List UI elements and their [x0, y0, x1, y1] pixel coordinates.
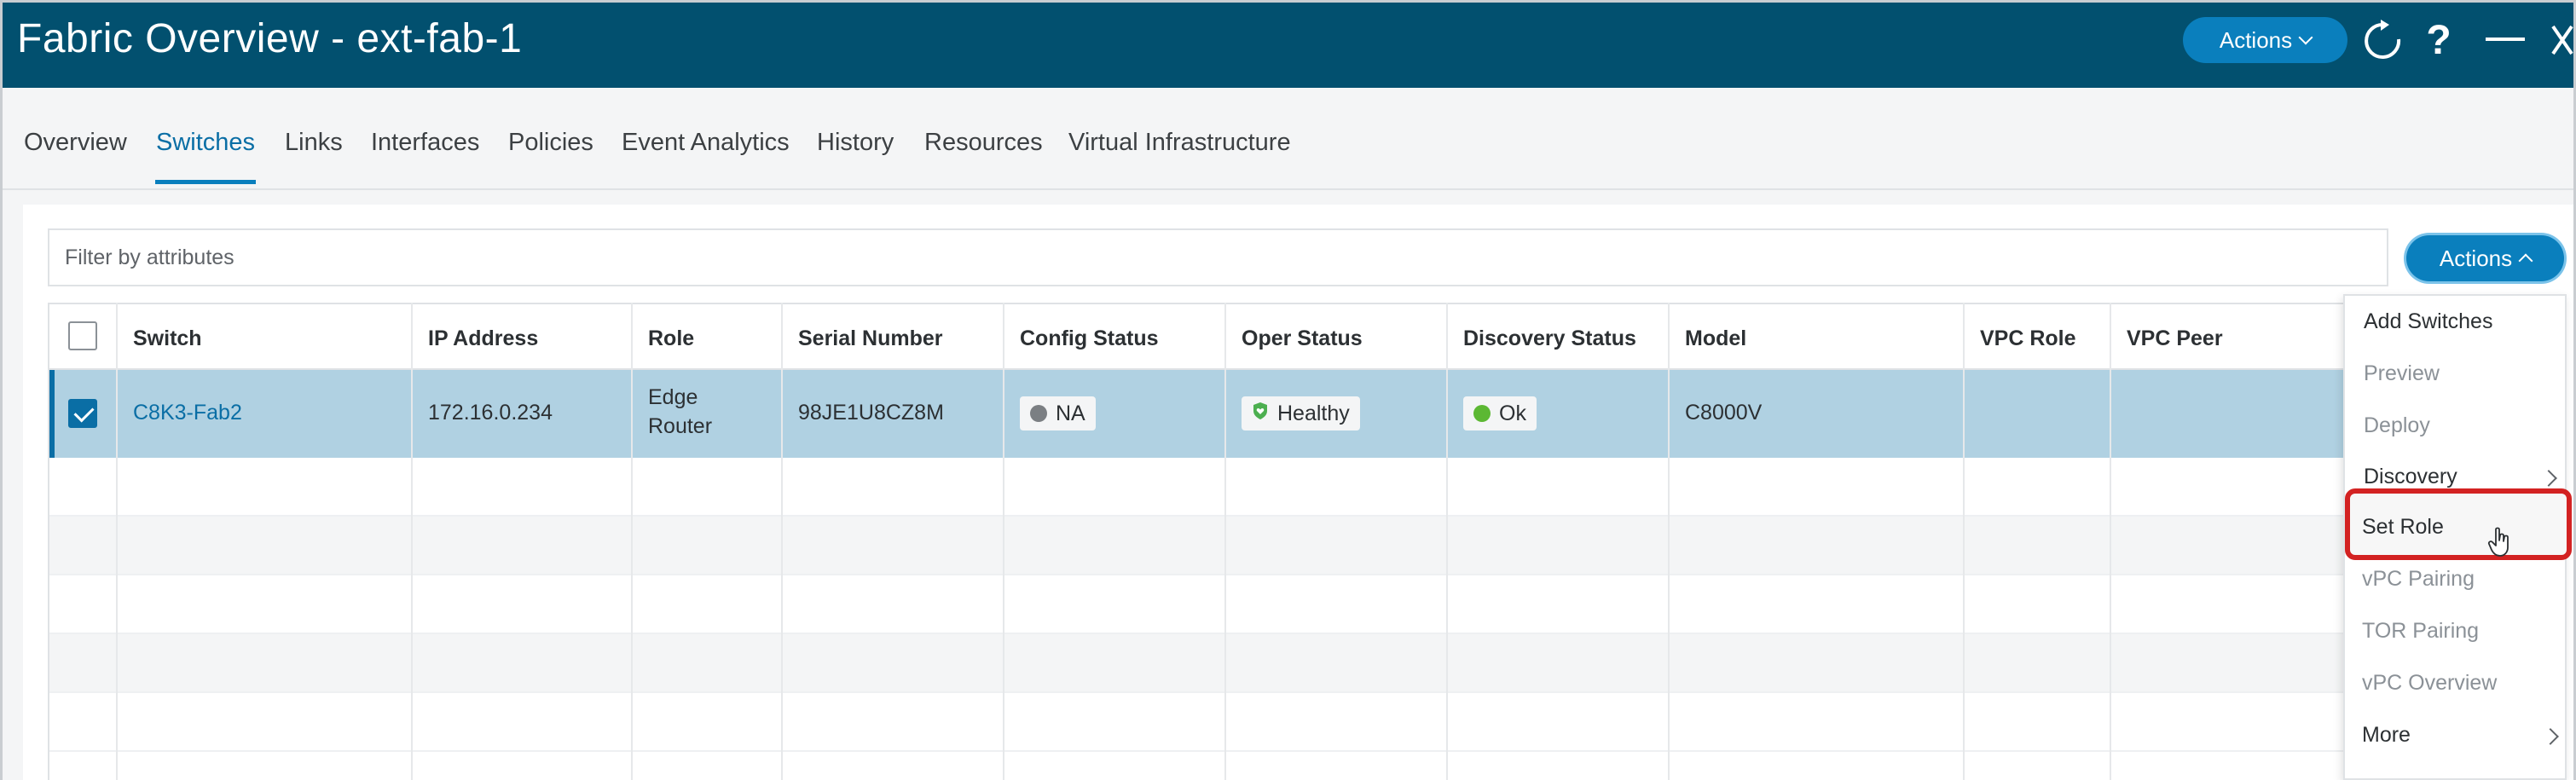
column-divider [1003, 303, 1004, 780]
hand-cursor-icon [2487, 527, 2513, 558]
empty-table-row [49, 517, 2531, 575]
actions-button-label: Actions [2439, 245, 2513, 271]
empty-table-row [49, 575, 2531, 634]
shield-heart-icon [1252, 402, 1269, 426]
config-status-badge: NA [1020, 396, 1096, 430]
tab-resources[interactable]: Resources [924, 129, 1043, 157]
tab-interfaces[interactable]: Interfaces [371, 129, 479, 157]
status-dot-icon [1030, 405, 1047, 422]
menu-item-add-switches[interactable]: Add Switches [2364, 309, 2492, 334]
column-header-role[interactable]: Role [648, 326, 694, 351]
switches-table: Switch IP Address Role Serial Number Con… [48, 303, 2531, 780]
serial-number-cell: 98JE1U8CZ8M [798, 401, 944, 425]
tab-policies[interactable]: Policies [508, 129, 593, 157]
column-divider [1224, 303, 1226, 780]
header-actions-button[interactable]: Actions [2183, 17, 2347, 63]
header-actions-label: Actions [2219, 26, 2293, 53]
column-header-model[interactable]: Model [1685, 326, 1746, 351]
tab-bar: Overview Switches Links Interfaces Polic… [3, 88, 2573, 190]
switch-name-link[interactable]: C8K3-Fab2 [133, 401, 242, 425]
minimize-icon[interactable] [2486, 38, 2525, 41]
ip-address-cell: 172.16.0.234 [428, 401, 553, 425]
column-divider [1668, 303, 1670, 780]
selected-row-indicator [49, 370, 55, 458]
empty-table-row [49, 634, 2531, 693]
chevron-up-icon [2518, 253, 2533, 269]
empty-table-row [49, 693, 2531, 752]
oper-status-text: Healthy [1277, 401, 1350, 425]
set-role-highlight [2345, 488, 2572, 560]
role-cell-line2: Router [648, 414, 713, 438]
empty-table-row [49, 458, 2531, 517]
refresh-icon[interactable] [2359, 15, 2407, 65]
discovery-status-badge: Ok [1463, 396, 1537, 430]
close-icon[interactable] [2550, 15, 2575, 65]
menu-item-discovery[interactable]: Discovery [2364, 465, 2457, 489]
column-divider [1963, 303, 1965, 780]
model-cell: C8000V [1685, 401, 1763, 425]
tab-event-analytics[interactable]: Event Analytics [622, 129, 790, 157]
config-status-text: NA [1056, 401, 1085, 425]
discovery-status-text: Ok [1499, 401, 1526, 425]
table-row[interactable]: C8K3-Fab2 172.16.0.234 Edge Router 98JE1… [49, 370, 2531, 458]
column-divider [1446, 303, 1448, 780]
tab-virtual-infrastructure[interactable]: Virtual Infrastructure [1068, 129, 1291, 157]
column-header-oper-status[interactable]: Oper Status [1242, 326, 1363, 351]
column-header-switch[interactable]: Switch [133, 326, 202, 351]
column-divider [2110, 303, 2111, 780]
select-all-checkbox[interactable] [68, 321, 97, 350]
row-checkbox[interactable] [68, 399, 97, 428]
chevron-right-icon [2540, 470, 2557, 487]
help-icon[interactable]: ? [2417, 15, 2460, 65]
column-header-ip-address[interactable]: IP Address [428, 326, 538, 351]
tab-links[interactable]: Links [285, 129, 343, 157]
tab-overview[interactable]: Overview [24, 129, 127, 157]
filter-placeholder: Filter by attributes [65, 245, 234, 269]
chevron-down-icon [2298, 30, 2313, 45]
tab-switches[interactable]: Switches [156, 129, 255, 157]
table-header-row: Switch IP Address Role Serial Number Con… [49, 303, 2531, 370]
column-divider [116, 303, 118, 780]
column-divider [411, 303, 413, 780]
menu-item-deploy[interactable]: Deploy [2364, 413, 2430, 438]
oper-status-badge: Healthy [1242, 396, 1360, 430]
menu-item-preview[interactable]: Preview [2364, 361, 2440, 386]
tab-history[interactable]: History [817, 129, 894, 157]
column-header-discovery-status[interactable]: Discovery Status [1463, 326, 1636, 351]
role-cell-line1: Edge [648, 385, 698, 409]
column-header-serial-number[interactable]: Serial Number [798, 326, 943, 351]
column-header-vpc-role[interactable]: VPC Role [1980, 326, 2076, 351]
filter-input[interactable]: Filter by attributes [48, 228, 2388, 286]
actions-button[interactable]: Actions [2406, 235, 2564, 281]
column-header-vpc-peer[interactable]: VPC Peer [2127, 326, 2223, 351]
column-header-config-status[interactable]: Config Status [1020, 326, 1159, 351]
page-title: Fabric Overview - ext-fab-1 [17, 16, 523, 61]
column-divider [781, 303, 783, 780]
active-tab-indicator [155, 180, 256, 184]
status-dot-icon [1473, 405, 1491, 422]
column-divider [631, 303, 633, 780]
